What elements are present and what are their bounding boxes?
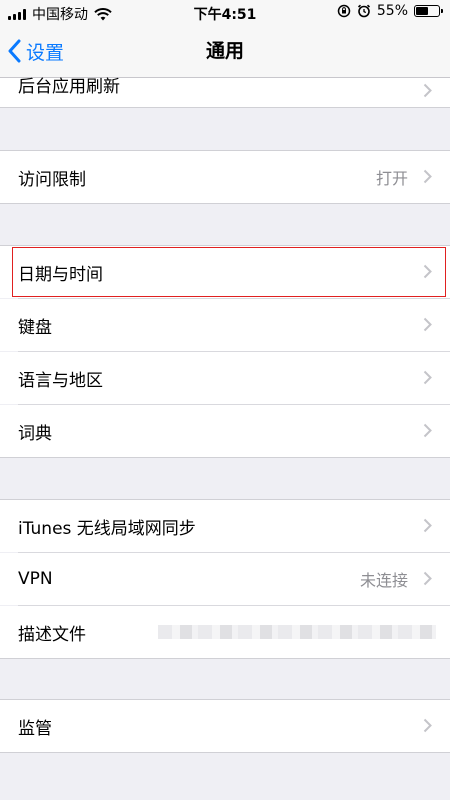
page-title: 通用 xyxy=(205,40,244,62)
chevron-left-icon xyxy=(8,39,21,63)
row-date-time[interactable]: 日期与时间 xyxy=(0,246,450,298)
status-bar: 中国移动 下午4:51 55% xyxy=(0,0,450,26)
row-language-region[interactable]: 语言与地区 xyxy=(0,352,450,404)
row-background-app-refresh[interactable]: 后台应用刷新 xyxy=(0,77,450,107)
row-label: 词典 xyxy=(18,423,52,444)
chevron-right-icon xyxy=(423,718,432,733)
battery-percent: 55% xyxy=(376,3,408,19)
group-divider xyxy=(0,752,450,753)
chevron-right-icon xyxy=(423,518,432,533)
row-label: VPN xyxy=(18,569,53,589)
battery-icon xyxy=(414,5,443,17)
row-label: 日期与时间 xyxy=(18,264,103,285)
chevron-right-icon xyxy=(423,571,432,586)
row-dictionary[interactable]: 词典 xyxy=(0,405,450,457)
row-restrictions[interactable]: 访问限制 打开 xyxy=(0,151,450,203)
redacted-value xyxy=(158,625,436,639)
chevron-right-icon xyxy=(423,83,432,97)
status-bar-right: 55% xyxy=(337,3,443,19)
row-label: 后台应用刷新 xyxy=(18,77,120,97)
chevron-right-icon xyxy=(423,423,432,438)
row-value: 未连接 xyxy=(359,571,408,590)
group-divider xyxy=(0,107,450,108)
battery-fill xyxy=(416,7,428,15)
orientation-lock-icon xyxy=(337,4,351,18)
row-label: 访问限制 xyxy=(18,169,86,190)
row-itunes-wifi-sync[interactable]: iTunes 无线局域网同步 xyxy=(0,500,450,552)
chevron-right-icon xyxy=(423,317,432,332)
row-label: iTunes 无线局域网同步 xyxy=(18,518,196,539)
row-profile[interactable]: 描述文件 xyxy=(0,606,450,658)
row-vpn[interactable]: VPN 未连接 xyxy=(0,553,450,605)
row-label: 键盘 xyxy=(18,317,52,338)
chevron-right-icon xyxy=(423,169,432,184)
carrier-name: 中国移动 xyxy=(32,7,88,23)
row-label: 描述文件 xyxy=(18,624,86,645)
wifi-icon xyxy=(94,7,112,20)
row-label: 监管 xyxy=(18,718,52,739)
back-button[interactable]: 设置 xyxy=(8,26,64,76)
row-keyboard[interactable]: 键盘 xyxy=(0,299,450,351)
chevron-right-icon xyxy=(423,370,432,385)
back-button-label: 设置 xyxy=(26,41,65,64)
group-divider xyxy=(0,658,450,659)
signal-bars-icon xyxy=(8,8,26,20)
row-value: 打开 xyxy=(375,169,408,188)
status-bar-left: 中国移动 xyxy=(8,4,112,24)
navigation-bar: 设置 通用 xyxy=(0,26,450,78)
group-divider xyxy=(0,203,450,204)
group-divider xyxy=(0,457,450,458)
alarm-icon xyxy=(357,4,370,18)
row-label: 语言与地区 xyxy=(18,370,103,391)
row-supervision[interactable]: 监管 xyxy=(0,700,450,752)
chevron-right-icon xyxy=(423,264,432,279)
